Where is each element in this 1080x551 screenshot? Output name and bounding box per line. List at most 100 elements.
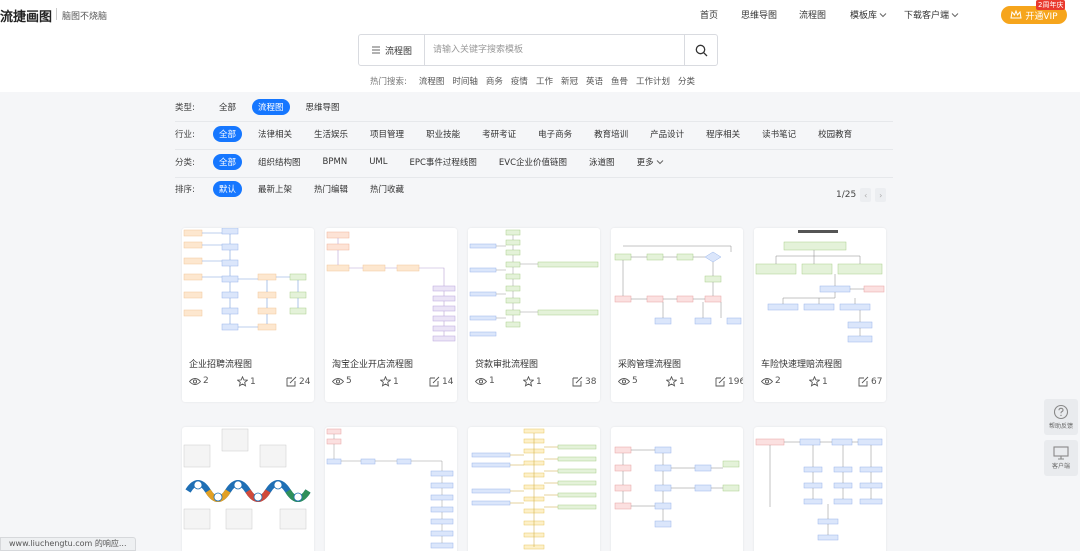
search-type-select[interactable]: 流程图 — [359, 35, 425, 65]
industry-chip[interactable]: 程序相关 — [700, 126, 746, 142]
template-card[interactable]: 企业招聘流程图 2 1 24 — [182, 228, 314, 402]
edit-count: 14 — [429, 376, 453, 387]
category-chip[interactable]: 组织结构图 — [252, 154, 307, 170]
industry-chip[interactable]: 教育培训 — [588, 126, 634, 142]
edit-count-value: 14 — [442, 376, 454, 387]
category-chip[interactable]: BPMN — [317, 155, 354, 169]
industry-chip[interactable]: 职业技能 — [420, 126, 466, 142]
view-count-value: 2 — [775, 376, 781, 386]
filter-label: 类型: — [175, 103, 195, 113]
hot-term[interactable]: 流程图 — [419, 75, 445, 87]
view-count-value: 1 — [489, 376, 495, 386]
industry-chip[interactable]: 法律相关 — [252, 126, 298, 142]
client-download-button[interactable]: 客户端 — [1044, 440, 1078, 476]
search-input[interactable] — [433, 43, 673, 57]
open-vip-label: 开通VIP — [1025, 11, 1058, 22]
category-chip[interactable]: EVC企业价值链图 — [493, 154, 573, 170]
slogan: 脑图不烧脑 — [62, 12, 108, 22]
help-feedback-button[interactable]: 帮助反馈 — [1044, 399, 1078, 435]
template-card[interactable] — [611, 427, 743, 551]
template-card[interactable]: 淘宝企业开店流程图 5 1 14 — [325, 228, 457, 402]
category-more-dropdown[interactable]: 更多 — [631, 154, 670, 170]
chevron-down-icon — [656, 160, 663, 165]
star-count-value: 1 — [536, 376, 542, 387]
industry-chip[interactable]: 项目管理 — [364, 126, 410, 142]
anniversary-badge: 2周年庆 — [1036, 0, 1066, 10]
filter-label: 排序: — [175, 185, 195, 195]
hot-term[interactable]: 疫情 — [511, 75, 528, 87]
type-chip-flowchart[interactable]: 流程图 — [252, 99, 290, 115]
nav-home[interactable]: 首页 — [700, 8, 718, 21]
star-count: 1 — [666, 376, 685, 387]
hot-term[interactable]: 时间轴 — [452, 75, 478, 87]
hot-term[interactable]: 新冠 — [561, 75, 578, 87]
hot-term[interactable]: 鱼骨 — [611, 75, 628, 87]
search-button[interactable] — [684, 35, 717, 65]
nav-download-client[interactable]: 下载客户端 — [904, 8, 959, 21]
category-chip[interactable]: 全部 — [213, 154, 243, 170]
hot-term[interactable]: 分类 — [678, 75, 695, 87]
template-title[interactable]: 企业招聘流程图 — [189, 357, 252, 370]
star-icon — [666, 376, 677, 387]
sort-chip-newest[interactable]: 最新上架 — [252, 181, 298, 197]
category-chip[interactable]: 泳道图 — [583, 154, 621, 170]
hot-term[interactable]: 工作 — [536, 75, 553, 87]
sort-chip-hot-edit[interactable]: 热门编辑 — [308, 181, 354, 197]
next-page-button[interactable]: › — [875, 188, 887, 202]
question-icon — [1053, 404, 1069, 420]
industry-chip[interactable]: 校园教育 — [812, 126, 858, 142]
hot-term[interactable]: 英语 — [586, 75, 603, 87]
industry-chip[interactable]: 读书笔记 — [756, 126, 802, 142]
nav-flowchart[interactable]: 流程图 — [799, 8, 826, 21]
template-card[interactable] — [325, 427, 457, 551]
nav-templates-label: 模板库 — [850, 11, 878, 21]
logo[interactable]: 流捷画图 — [0, 6, 52, 25]
type-chip-all[interactable]: 全部 — [213, 99, 242, 115]
nav-download-label: 下载客户端 — [904, 11, 950, 21]
template-stats: 2 1 67 — [761, 376, 882, 388]
template-card[interactable]: 采购管理流程图 5 1 196 — [611, 228, 743, 402]
template-title[interactable]: 车险快速理赔流程图 — [761, 357, 842, 370]
template-card[interactable] — [182, 427, 314, 551]
template-card[interactable]: 车险快速理赔流程图 2 1 67 — [754, 228, 886, 402]
edit-icon — [715, 376, 726, 387]
star-icon — [237, 376, 248, 387]
template-title[interactable]: 淘宝企业开店流程图 — [332, 357, 413, 370]
industry-chip[interactable]: 考研考证 — [476, 126, 522, 142]
edit-count: 67 — [858, 376, 882, 387]
industry-chip[interactable]: 生活娱乐 — [308, 126, 354, 142]
category-chip[interactable]: UML — [363, 155, 393, 169]
template-thumbnail — [611, 228, 743, 348]
industry-chip[interactable]: 全部 — [213, 126, 243, 142]
template-thumbnail — [468, 228, 600, 348]
filter-row-industry: 行业: 全部 法律相关 生活娱乐 项目管理 职业技能 考研考证 电子商务 教育培… — [175, 124, 893, 144]
template-card[interactable] — [468, 427, 600, 551]
prev-page-button[interactable]: ‹ — [860, 188, 872, 202]
template-stats: 5 1 196 — [618, 376, 743, 388]
thumb-title-line — [798, 230, 838, 233]
template-title[interactable]: 采购管理流程图 — [618, 357, 681, 370]
filter-row-category: 分类: 全部 组织结构图 BPMN UML EPC事件过程线图 EVC企业价值链… — [175, 152, 893, 172]
sort-chip-hot-favorite[interactable]: 热门收藏 — [364, 181, 410, 197]
template-thumbnail — [325, 228, 457, 348]
eye-icon — [761, 377, 773, 385]
template-card[interactable]: 贷款审批流程图 1 1 38 — [468, 228, 600, 402]
sort-chip-default[interactable]: 默认 — [213, 181, 243, 197]
template-title[interactable]: 贷款审批流程图 — [475, 357, 538, 370]
template-thumbnail — [471, 428, 597, 550]
hot-term[interactable]: 工作计划 — [636, 75, 670, 87]
template-card[interactable] — [754, 427, 886, 551]
type-chip-mindmap[interactable]: 思维导图 — [300, 99, 346, 115]
category-chip[interactable]: EPC事件过程线图 — [403, 154, 482, 170]
edit-count-value: 24 — [299, 376, 311, 387]
template-thumbnail — [182, 228, 314, 348]
divider — [175, 121, 893, 122]
industry-chip[interactable]: 产品设计 — [644, 126, 690, 142]
nav-templates[interactable]: 模板库 — [850, 8, 887, 21]
hot-term[interactable]: 商务 — [486, 75, 503, 87]
nav-mindmap[interactable]: 思维导图 — [741, 8, 777, 21]
page-indicator: 1/25 — [836, 190, 857, 200]
edit-count: 24 — [286, 376, 310, 387]
industry-chip[interactable]: 电子商务 — [532, 126, 578, 142]
star-icon — [523, 376, 534, 387]
